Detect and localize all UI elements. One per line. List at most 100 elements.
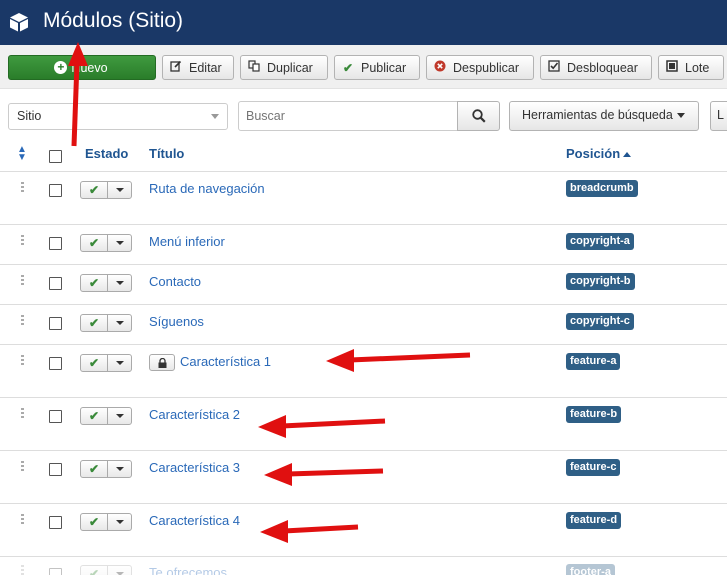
publish-button[interactable]: ✔ Publicar xyxy=(334,55,420,80)
table-row: ✔ Menú inferior copyright-a xyxy=(0,225,727,265)
caret-down-icon xyxy=(676,113,685,119)
edit-icon xyxy=(169,60,183,75)
drag-handle-icon[interactable] xyxy=(21,565,25,575)
module-title-link[interactable]: Característica 4 xyxy=(149,513,240,528)
row-checkbox[interactable] xyxy=(49,410,62,423)
row-checkbox[interactable] xyxy=(49,463,62,476)
status-toggle[interactable]: ✔ xyxy=(80,274,132,292)
unpublish-button[interactable]: Despublicar xyxy=(426,55,534,80)
position-badge: feature-b xyxy=(566,406,622,423)
table-row: ✔ Característica 4 feature-d xyxy=(0,504,727,557)
copy-icon xyxy=(247,60,261,75)
filter-bar: Sitio Herramientas de búsqueda L xyxy=(0,101,727,131)
caret-down-icon[interactable] xyxy=(108,408,131,424)
batch-button-label: Lote xyxy=(685,60,710,75)
page-title: Módulos (Sitio) xyxy=(43,9,184,32)
column-estado[interactable]: Estado xyxy=(85,146,128,161)
position-badge: feature-c xyxy=(566,459,621,476)
list-limit-button[interactable]: L xyxy=(710,101,727,131)
caret-down-icon[interactable] xyxy=(108,315,131,331)
position-badge: footer-a xyxy=(566,564,615,575)
plus-icon: + xyxy=(54,61,68,74)
table-row: ✔ Síguenos copyright-c xyxy=(0,305,727,345)
caret-down-icon[interactable] xyxy=(108,182,131,198)
chevron-down-icon xyxy=(211,114,219,119)
table-row: ✔ Te ofrecemos footer-a xyxy=(0,557,727,575)
status-toggle[interactable]: ✔ xyxy=(80,460,132,478)
status-toggle[interactable]: ✔ xyxy=(80,407,132,425)
drag-handle-icon[interactable] xyxy=(21,514,25,526)
select-all-checkbox[interactable] xyxy=(49,150,62,163)
row-checkbox[interactable] xyxy=(49,357,62,370)
column-titulo[interactable]: Título xyxy=(149,146,184,161)
search-tools-button[interactable]: Herramientas de búsqueda xyxy=(509,101,699,131)
row-checkbox[interactable] xyxy=(49,277,62,290)
edit-button-label: Editar xyxy=(189,60,222,75)
status-toggle[interactable]: ✔ xyxy=(80,513,132,531)
drag-handle-icon[interactable] xyxy=(21,315,25,327)
search-button[interactable] xyxy=(457,101,500,131)
caret-down-icon[interactable] xyxy=(108,275,131,291)
module-title-link[interactable]: Característica 3 xyxy=(149,460,240,475)
checkin-button[interactable]: Desbloquear xyxy=(540,55,652,80)
drag-handle-icon[interactable] xyxy=(21,461,25,473)
status-toggle[interactable]: ✔ xyxy=(80,565,132,575)
search-input[interactable] xyxy=(238,101,458,131)
row-checkbox[interactable] xyxy=(49,516,62,529)
module-title-link[interactable]: Menú inferior xyxy=(149,234,225,249)
row-checkbox[interactable] xyxy=(49,568,62,575)
search-icon xyxy=(472,109,486,123)
column-posicion[interactable]: Posición xyxy=(566,146,632,161)
status-toggle[interactable]: ✔ xyxy=(80,314,132,332)
search-tools-label: Herramientas de búsqueda xyxy=(522,108,673,122)
status-toggle[interactable]: ✔ xyxy=(80,354,132,372)
new-button-label: Nuevo xyxy=(71,60,108,75)
new-button[interactable]: + Nuevo xyxy=(8,55,156,80)
caret-down-icon[interactable] xyxy=(108,461,131,477)
drag-handle-icon[interactable] xyxy=(21,235,25,247)
unpublish-button-label: Despublicar xyxy=(453,60,520,75)
checked-out-button[interactable] xyxy=(149,354,175,371)
module-title-link[interactable]: Te ofrecemos xyxy=(149,565,227,575)
module-title-link[interactable]: Contacto xyxy=(149,274,201,289)
drag-handle-icon[interactable] xyxy=(21,182,25,194)
status-toggle[interactable]: ✔ xyxy=(80,234,132,252)
published-check-icon: ✔ xyxy=(81,566,108,575)
position-badge: breadcrumb xyxy=(566,180,638,197)
position-badge: copyright-b xyxy=(566,273,635,290)
module-title-link[interactable]: Característica 1 xyxy=(180,354,271,369)
status-toggle[interactable]: ✔ xyxy=(80,181,132,199)
table-header: ▲ ▼ Estado Título Posición xyxy=(0,138,727,172)
caret-down-icon[interactable] xyxy=(108,514,131,530)
sort-icon[interactable]: ▲ ▼ xyxy=(17,145,27,163)
caret-down-icon[interactable] xyxy=(108,566,131,575)
publish-button-label: Publicar xyxy=(361,60,407,75)
cube-icon xyxy=(10,13,28,32)
published-check-icon: ✔ xyxy=(81,514,108,530)
drag-handle-icon[interactable] xyxy=(21,355,25,367)
published-check-icon: ✔ xyxy=(81,275,108,291)
row-checkbox[interactable] xyxy=(49,317,62,330)
table-row: ✔ Característica 3 feature-c xyxy=(0,451,727,504)
table-row: ✔ Contacto copyright-b xyxy=(0,265,727,305)
position-badge: copyright-c xyxy=(566,313,634,330)
toolbar: + Nuevo Editar Duplicar ✔ Publicar Despu… xyxy=(0,45,727,89)
table-row: ✔ Característica 2 feature-b xyxy=(0,398,727,451)
edit-button[interactable]: Editar xyxy=(162,55,234,80)
list-limit-label: L xyxy=(717,108,724,122)
row-checkbox[interactable] xyxy=(49,184,62,197)
column-posicion-label: Posición xyxy=(566,146,621,161)
row-checkbox[interactable] xyxy=(49,237,62,250)
batch-button[interactable]: Lote xyxy=(658,55,724,80)
site-select[interactable]: Sitio xyxy=(8,103,228,130)
published-check-icon: ✔ xyxy=(81,461,108,477)
module-title-link[interactable]: Característica 2 xyxy=(149,407,240,422)
caret-down-icon[interactable] xyxy=(108,235,131,251)
drag-handle-icon[interactable] xyxy=(21,408,25,420)
duplicate-button[interactable]: Duplicar xyxy=(240,55,328,80)
module-title-link[interactable]: Ruta de navegación xyxy=(149,181,265,196)
module-title-link[interactable]: Síguenos xyxy=(149,314,204,329)
caret-down-icon[interactable] xyxy=(108,355,131,371)
drag-handle-icon[interactable] xyxy=(21,275,25,287)
published-check-icon: ✔ xyxy=(81,182,108,198)
